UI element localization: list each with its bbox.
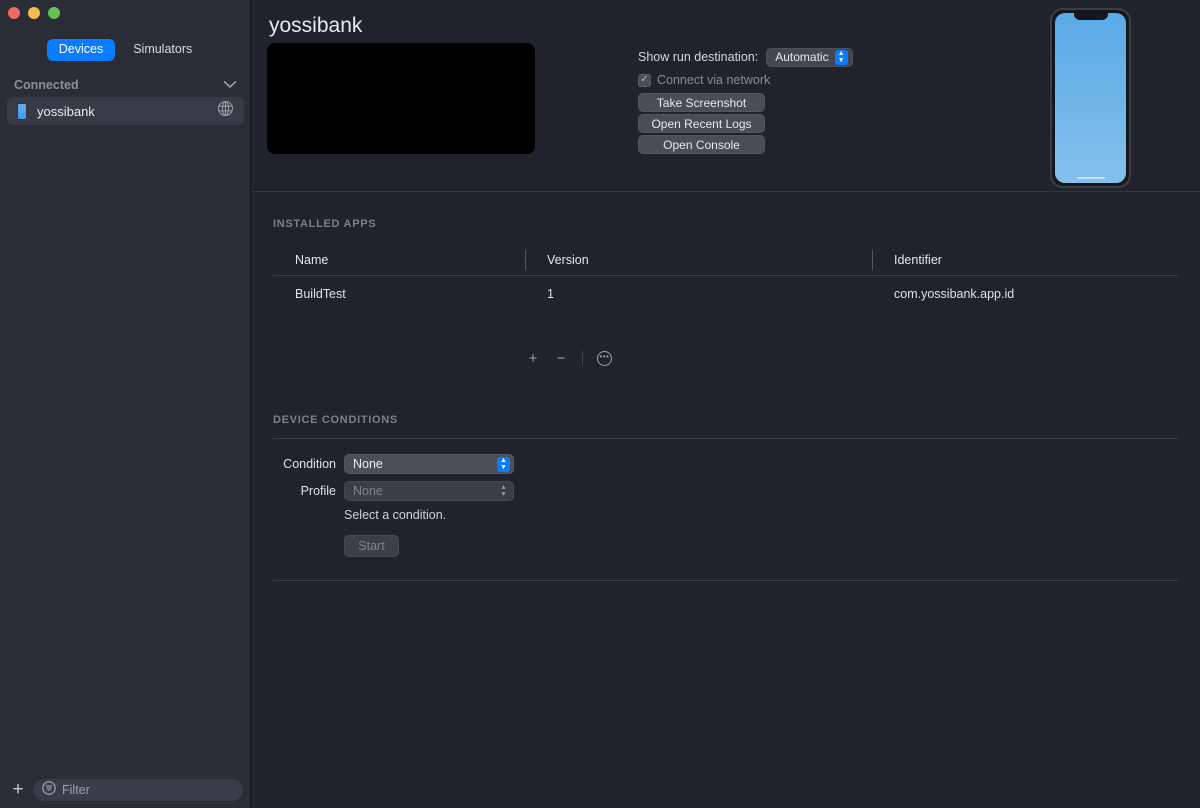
condition-value: None — [353, 457, 383, 471]
installed-apps-toolbar: + − ••• — [526, 347, 612, 369]
sidebar: Devices Simulators Connected yossibank +… — [0, 0, 251, 808]
take-screenshot-button[interactable]: Take Screenshot — [638, 93, 765, 112]
device-conditions-body: Condition None ▲ ▼ Profile None ▲ ▼ Select — [273, 454, 773, 557]
chevron-updown-icon: ▲ ▼ — [497, 456, 510, 472]
chevron-updown-icon: ▲ ▼ — [834, 49, 848, 65]
device-conditions-bottom-divider — [273, 580, 1178, 581]
globe-icon — [217, 100, 234, 122]
main-panel: yossibank Show run destination: Automati… — [251, 0, 1200, 808]
add-device-button[interactable]: + — [9, 780, 27, 801]
condition-hint: Select a condition. — [344, 508, 447, 522]
run-destination-label: Show run destination: — [638, 50, 759, 64]
sidebar-item-label: yossibank — [37, 103, 95, 119]
cell-version: 1 — [547, 286, 554, 301]
remove-app-button[interactable]: − — [554, 351, 568, 366]
open-console-button[interactable]: Open Console — [638, 135, 765, 154]
column-header-version[interactable]: Version — [525, 250, 872, 270]
tab-simulators[interactable]: Simulators — [121, 39, 204, 61]
sidebar-bottom-bar: + Filter — [0, 772, 251, 808]
sidebar-segmented-control: Devices Simulators — [0, 39, 251, 61]
more-options-icon[interactable]: ••• — [597, 350, 612, 366]
device-header: yossibank Show run destination: Automati… — [251, 0, 1200, 192]
run-destination-value: Automatic — [775, 50, 829, 64]
tab-devices[interactable]: Devices — [46, 39, 116, 61]
connect-via-network-label: Connect via network — [657, 73, 771, 87]
chevron-down-icon[interactable] — [223, 78, 237, 92]
cell-identifier: com.yossibank.app.id — [894, 286, 1015, 301]
sidebar-group-label: Connected — [14, 78, 79, 92]
sidebar-item-yossibank[interactable]: yossibank — [7, 97, 244, 125]
installed-apps-title: INSTALLED APPS — [273, 218, 377, 230]
device-conditions-title: DEVICE CONDITIONS — [273, 414, 398, 426]
profile-row: Profile None ▲ ▼ — [273, 481, 773, 501]
table-header-row: Name Version Identifier — [273, 245, 1178, 276]
run-destination-row: Show run destination: Automatic ▲ ▼ — [638, 47, 853, 67]
device-screen-thumbnail — [267, 43, 535, 154]
zoom-window-button[interactable] — [48, 7, 60, 19]
close-window-button[interactable] — [8, 7, 20, 19]
page-title: yossibank — [269, 14, 363, 37]
filter-input[interactable]: Filter — [33, 779, 243, 801]
start-button[interactable]: Start — [344, 535, 399, 557]
phone-icon — [17, 102, 27, 120]
toolbar-divider — [582, 351, 583, 365]
device-controls: Show run destination: Automatic ▲ ▼ ✓ Con… — [638, 47, 853, 154]
device-illustration-screen — [1055, 13, 1126, 183]
home-indicator — [1076, 177, 1105, 179]
open-recent-logs-button[interactable]: Open Recent Logs — [638, 114, 765, 133]
connect-via-network-checkbox[interactable]: ✓ — [638, 73, 651, 87]
column-header-identifier[interactable]: Identifier — [872, 250, 1178, 270]
chevron-updown-icon: ▲ ▼ — [500, 483, 507, 498]
profile-value: None — [353, 484, 383, 498]
cell-name: BuildTest — [295, 286, 346, 301]
notch — [1073, 13, 1108, 20]
run-destination-select[interactable]: Automatic ▲ ▼ — [766, 47, 853, 67]
window-traffic-lights — [8, 7, 60, 19]
profile-select: None ▲ ▼ — [344, 481, 514, 501]
device-action-buttons: Take Screenshot Open Recent Logs Open Co… — [638, 93, 853, 154]
add-app-button[interactable]: + — [526, 351, 540, 366]
condition-label: Condition — [283, 457, 336, 471]
condition-row: Condition None ▲ ▼ — [273, 454, 773, 474]
condition-select[interactable]: None ▲ ▼ — [344, 454, 514, 474]
profile-label: Profile — [300, 484, 336, 498]
filter-icon — [42, 780, 56, 800]
table-row[interactable]: BuildTest 1 com.yossibank.app.id — [273, 276, 1178, 311]
device-manager-window: Devices Simulators Connected yossibank +… — [0, 0, 1200, 808]
connect-via-network-row[interactable]: ✓ Connect via network — [638, 71, 853, 89]
device-illustration — [1050, 8, 1131, 188]
minimize-window-button[interactable] — [28, 7, 40, 19]
filter-placeholder: Filter — [62, 783, 90, 797]
device-conditions-divider — [273, 438, 1178, 439]
installed-apps-table: Name Version Identifier BuildTest 1 com.… — [273, 245, 1178, 311]
sidebar-group-connected[interactable]: Connected — [0, 74, 251, 96]
column-header-name[interactable]: Name — [273, 250, 525, 270]
